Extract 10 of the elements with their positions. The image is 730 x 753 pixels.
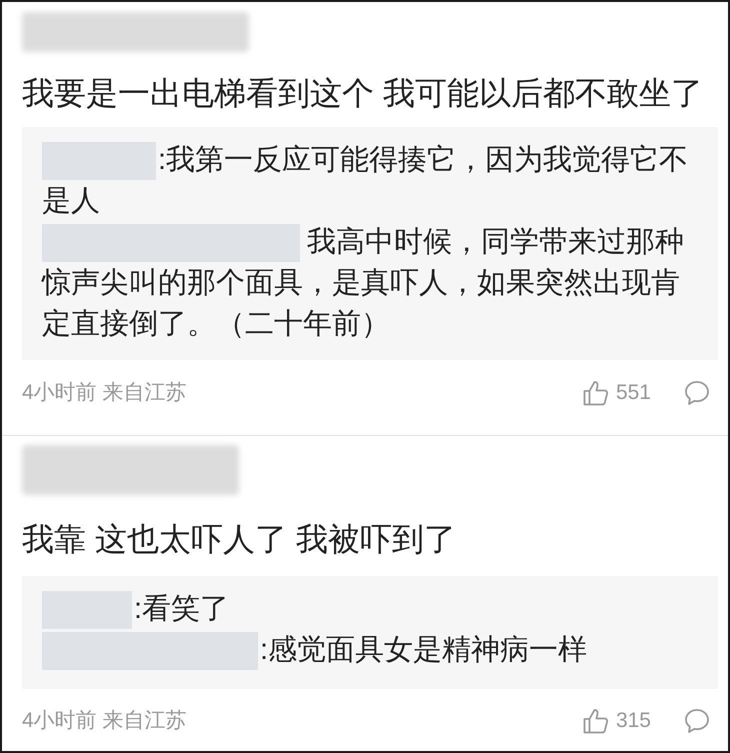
like-button[interactable]: 551 bbox=[582, 379, 651, 407]
thumbs-up-icon bbox=[582, 708, 609, 734]
comment-meta: 4小时前 来自江苏 bbox=[22, 380, 187, 406]
thumbs-up-icon bbox=[582, 380, 609, 406]
like-button[interactable]: 315 bbox=[582, 707, 651, 735]
comment-text: 我靠 这也太吓人了 我被吓到了 bbox=[22, 520, 457, 559]
comment-text: 我要是一出电梯看到这个 我可能以后都不敢坐了 bbox=[22, 74, 704, 113]
comment-icon[interactable] bbox=[684, 708, 710, 734]
comment-meta: 4小时前 来自江苏 bbox=[22, 708, 187, 734]
comment-icon[interactable] bbox=[684, 380, 710, 406]
